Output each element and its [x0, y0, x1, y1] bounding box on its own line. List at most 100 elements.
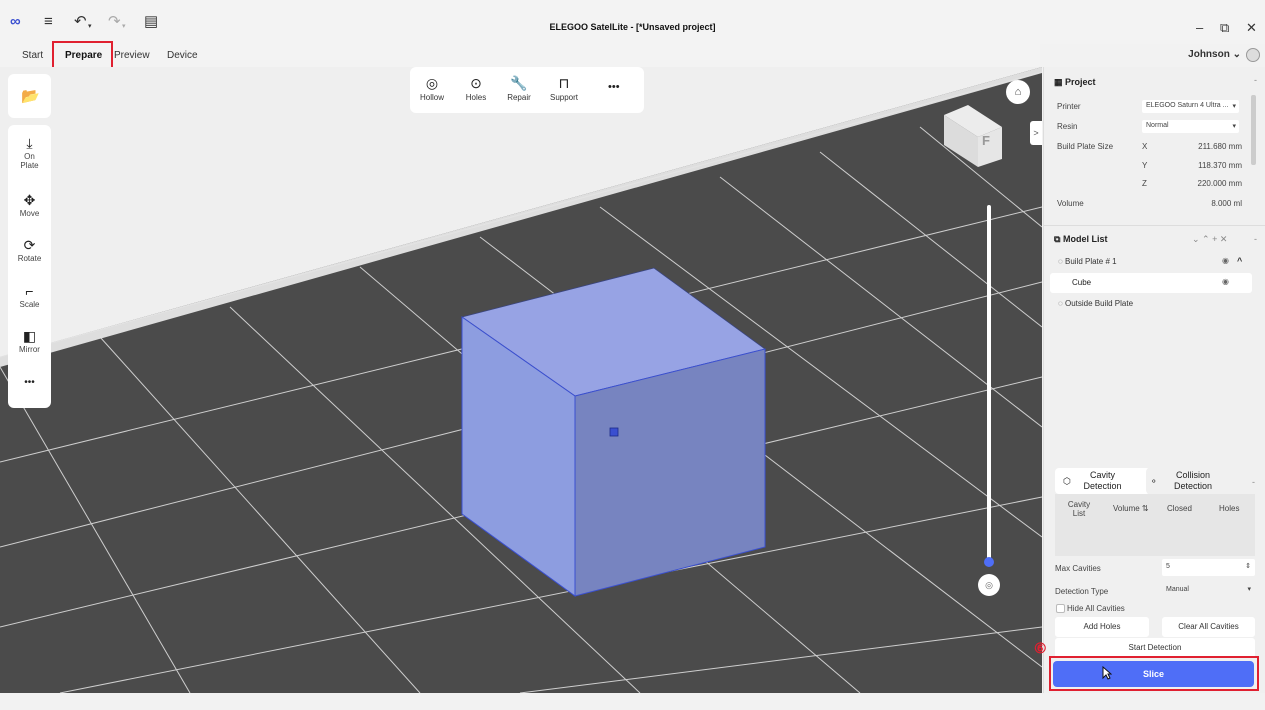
clear-all-cavities-button[interactable]: Clear All Cavities	[1162, 617, 1255, 637]
model-list-collapse-button[interactable]: -	[1254, 234, 1257, 244]
cavity-tab-label-1: Cavity	[1089, 470, 1115, 480]
model-list-actions[interactable]: ⌄ ⌃ + ✕	[1192, 234, 1227, 245]
y-size-value: 118.370 mm	[1198, 161, 1242, 170]
scale-label: Scale	[19, 300, 40, 309]
col-cavity-list: Cavity List	[1059, 500, 1099, 518]
printer-select[interactable]: ELEGOO Saturn 4 Ultra ... ▾	[1142, 100, 1239, 113]
repair-label: Repair	[507, 93, 531, 102]
hollow-icon: ◎	[425, 75, 439, 91]
mirror-tool[interactable]: ◧ Mirror	[8, 328, 51, 354]
more-top-tools-button[interactable]: •••	[608, 81, 620, 93]
outside-plate-row[interactable]: ◌ Outside Build Plate	[1058, 299, 1133, 308]
max-cavities-stepper[interactable]: 5 ⇕	[1162, 559, 1255, 576]
volume-value: 8.000 ml	[1211, 199, 1242, 208]
section-divider	[1044, 225, 1265, 226]
detection-collapse-button[interactable]: -	[1252, 477, 1255, 487]
avatar[interactable]	[1246, 48, 1260, 62]
z-size-value: 220.000 mm	[1197, 179, 1242, 188]
tab-preview[interactable]: Preview	[114, 50, 150, 61]
hide-all-cavities-checkbox[interactable]	[1056, 604, 1065, 613]
add-holes-button[interactable]: Add Holes	[1055, 617, 1149, 637]
layer-slider-handle[interactable]	[984, 557, 994, 567]
eye-icon[interactable]: ◉	[1222, 277, 1229, 286]
on-plate-icon: ⤓	[26, 135, 33, 151]
3d-viewport[interactable]	[0, 67, 1042, 693]
col-volume[interactable]: Volume ⇅	[1113, 504, 1149, 513]
holes-tool[interactable]: ⊙ Holes	[462, 75, 490, 102]
collision-tab-label-2: Detection	[1173, 481, 1213, 491]
build-plate-size-label: Build Plate Size	[1057, 142, 1114, 151]
collapse-plate-icon[interactable]: ^	[1237, 256, 1242, 266]
step-6-marker: ⑥	[1034, 640, 1047, 656]
resin-label: Resin	[1057, 122, 1078, 131]
mirror-label: Mirror	[19, 345, 40, 354]
support-tool[interactable]: ⊓ Support	[547, 75, 581, 102]
model-list-title-text: Model List	[1062, 234, 1108, 244]
start-detection-button[interactable]: Start Detection	[1055, 638, 1255, 658]
move-icon: ✥	[23, 192, 36, 208]
cavity-table: Cavity List Volume ⇅ Closed Holes	[1055, 494, 1255, 556]
eye-icon[interactable]: ◉	[1222, 256, 1229, 265]
y-axis-label: Y	[1142, 161, 1148, 170]
rotate-tool[interactable]: ⟳ Rotate	[8, 237, 51, 263]
col-closed: Closed	[1167, 504, 1192, 513]
collision-icon: ⚬	[1150, 476, 1158, 486]
slice-button[interactable]: Slice	[1053, 661, 1254, 687]
panel-toggle-button[interactable]: >	[1030, 121, 1042, 145]
layer-slider-settings-button[interactable]: ◎	[978, 574, 1000, 596]
home-view-button[interactable]: ⌂	[1006, 80, 1030, 104]
resin-select[interactable]: Normal ▾	[1142, 120, 1239, 133]
x-size-value: 211.680 mm	[1198, 142, 1242, 151]
project-title-text: Project	[1065, 77, 1096, 87]
project-scrollbar[interactable]	[1251, 95, 1256, 165]
chevron-down-icon: ▾	[1232, 103, 1236, 110]
layer-slider-track[interactable]	[987, 205, 991, 563]
tab-device[interactable]: Device	[167, 50, 198, 61]
scale-icon: ⌐	[25, 283, 34, 299]
on-plate-tool[interactable]: ⤓ On Plate	[8, 135, 51, 170]
main-tabs: Start Prepare Preview Device	[0, 44, 1040, 68]
mouse-cursor-icon	[1102, 666, 1112, 680]
rotate-icon: ⟳	[23, 237, 36, 253]
holes-icon: ⊙	[470, 75, 482, 91]
grid-icon: ▦	[1054, 77, 1063, 87]
tab-start[interactable]: Start	[22, 50, 43, 61]
title-bar: ∞ ≡ ↶ ▾ ↷ ▾ ▤ ELEGOO SatelLite - [*Unsav…	[0, 0, 1265, 44]
project-collapse-button[interactable]: -	[1254, 75, 1257, 85]
build-plate-row[interactable]: ◌ Build Plate # 1	[1058, 257, 1117, 266]
model-row-cube[interactable]: Cube ◉	[1050, 273, 1252, 293]
prepare-highlight-box	[52, 41, 113, 69]
tab-cavity-detection[interactable]: ⬡ Cavity Detection	[1055, 468, 1150, 494]
hollow-tool[interactable]: ◎ Hollow	[418, 75, 446, 102]
wrench-icon: 🔧	[510, 75, 528, 91]
view-cube-face-label[interactable]: F	[982, 133, 990, 148]
support-icon: ⊓	[558, 75, 570, 91]
repair-tool[interactable]: 🔧 Repair	[505, 75, 533, 102]
col-cavity-list-line-2: List	[1072, 509, 1086, 518]
more-tools-button[interactable]: •••	[8, 377, 51, 388]
left-toolbar: ⤓ On Plate ✥ Move ⟳ Rotate ⌐ Scale ◧ Mir…	[8, 125, 51, 408]
tab-collision-detection[interactable]: ⚬ Collision Detection	[1146, 468, 1240, 494]
detection-type-select[interactable]: Manual ▾	[1162, 582, 1255, 599]
col-cavity-list-line-1: Cavity	[1067, 500, 1091, 509]
resin-value: Normal	[1146, 122, 1169, 129]
chevron-down-icon: ⌄	[1232, 49, 1241, 60]
move-tool[interactable]: ✥ Move	[8, 192, 51, 218]
close-button[interactable]: ✕	[1246, 20, 1257, 36]
open-file-button[interactable]: 📂	[8, 74, 51, 118]
detection-type-value: Manual	[1166, 586, 1189, 593]
top-toolbar: ◎ Hollow ⊙ Holes 🔧 Repair ⊓ Support •••	[410, 67, 644, 113]
minimize-button[interactable]: –	[1196, 20, 1203, 35]
chevron-down-icon: ▾	[1232, 123, 1236, 130]
hollow-label: Hollow	[419, 93, 444, 102]
scene-canvas	[0, 67, 1042, 693]
col-holes: Holes	[1219, 504, 1240, 513]
scale-tool[interactable]: ⌐ Scale	[8, 283, 51, 309]
stepper-icon[interactable]: ⇕	[1245, 562, 1251, 570]
cavity-tab-label-2: Detection	[1083, 481, 1122, 491]
holes-label: Holes	[465, 93, 487, 102]
restore-button[interactable]: ⧉	[1220, 20, 1229, 36]
volume-label: Volume	[1057, 199, 1084, 208]
user-menu[interactable]: Johnson ⌄	[1188, 49, 1241, 60]
on-plate-label-1: On	[24, 152, 35, 161]
